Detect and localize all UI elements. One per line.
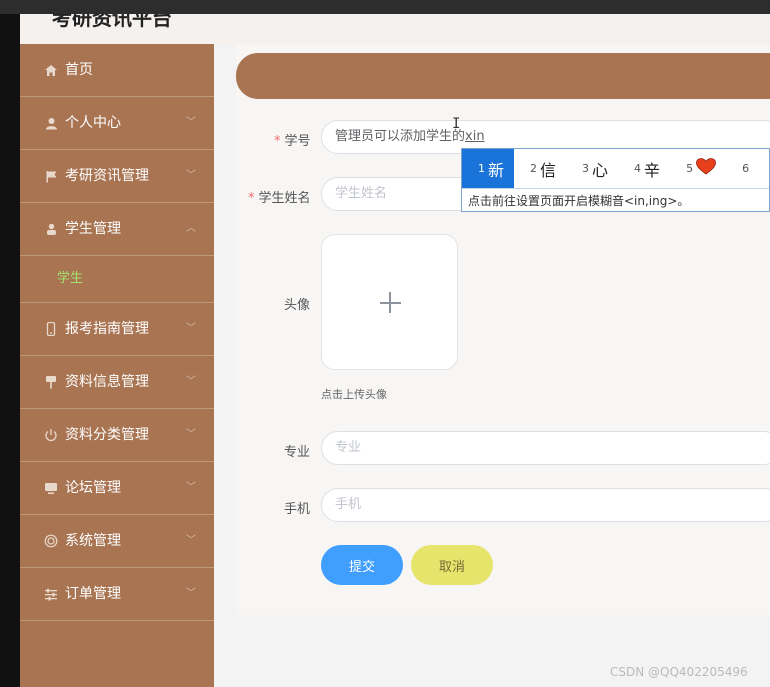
ime-candidate-number: 2 (530, 162, 538, 175)
ime-tip[interactable]: 点击前往设置页面开启模糊音<in,ing>。 (462, 188, 769, 212)
watermark: CSDN @QQ402205496 (610, 665, 748, 679)
page-banner (236, 53, 770, 99)
student-id-label-text: 学号 (284, 134, 311, 149)
chevron-down-icon: ﹀ (186, 117, 196, 128)
chevron-down-icon: ﹀ (186, 376, 196, 387)
sidebar-item-student-management[interactable]: 学生管理 ︿ (20, 203, 214, 256)
chevron-down-icon: ﹀ (186, 588, 196, 599)
student-name-label: * 学生姓名 (248, 187, 311, 206)
sidebar-item-label: 首页 (65, 62, 93, 78)
heart-icon (696, 158, 716, 179)
home-icon (44, 44, 58, 96)
sidebar-item-exam-guide-management[interactable]: 报考指南管理 ﹀ (20, 303, 214, 356)
ime-candidate-window: 1新 2信 3心 4辛 5 6 点击前往设置页面开启模糊音<in,ing>。 (461, 148, 770, 212)
phone-input[interactable]: 手机 (321, 488, 770, 522)
cancel-button[interactable]: 取消 (411, 545, 493, 585)
sidebar-item-label: 订单管理 (65, 586, 121, 602)
chevron-down-icon: ﹀ (186, 429, 196, 440)
ime-candidate[interactable]: 2信 (514, 149, 566, 188)
person-icon (44, 203, 58, 255)
required-mark: * (274, 134, 281, 149)
chevron-down-icon: ﹀ (186, 535, 196, 546)
student-id-label: * 学号 (274, 130, 311, 149)
flag-icon (44, 150, 58, 202)
chevron-down-icon: ﹀ (186, 170, 196, 181)
avatar-uploader[interactable] (321, 234, 458, 370)
sidebar-item-label: 学生管理 (65, 221, 121, 237)
sidebar-item-label: 报考指南管理 (65, 321, 149, 337)
required-mark: * (248, 191, 255, 206)
sliders-icon (44, 568, 58, 620)
ime-candidate-number: 3 (582, 162, 590, 175)
power-icon (44, 409, 58, 461)
user-icon (44, 97, 58, 149)
sidebar-item-label: 资料分类管理 (65, 427, 149, 443)
ime-candidate[interactable]: 6 (726, 149, 762, 188)
ime-candidate-list: 1新 2信 3心 4辛 5 6 (462, 149, 770, 188)
ime-candidate-number: 1 (478, 162, 485, 175)
ime-candidate-number: 6 (742, 162, 750, 175)
sidebar-item-home[interactable]: 首页 (20, 44, 214, 97)
chevron-up-icon: ︿ (186, 223, 196, 234)
ime-candidate-text: 信 (540, 160, 557, 180)
phone-label: 手机 (284, 502, 311, 517)
ime-candidate[interactable]: 4辛 (618, 149, 670, 188)
sidebar-item-label: 论坛管理 (65, 480, 121, 496)
student-id-value: 管理员可以添加学生的 (335, 129, 466, 144)
ime-candidate-text: 辛 (644, 160, 661, 180)
sidebar-item-label: 考研资讯管理 (65, 168, 149, 184)
chevron-down-icon: ﹀ (186, 323, 196, 334)
ime-candidate-text: 新 (488, 160, 505, 180)
major-input[interactable]: 专业 (321, 431, 770, 465)
sidebar-item-system-management[interactable]: 系统管理 ﹀ (20, 515, 214, 568)
ime-candidate[interactable]: 1新 (462, 149, 515, 188)
student-name-label-text: 学生姓名 (258, 191, 311, 206)
sidebar-item-label: 系统管理 (65, 533, 121, 549)
ime-candidate-text: 心 (592, 160, 609, 180)
ime-composition-text: xin (465, 129, 485, 144)
ime-candidate-number: 5 (686, 162, 694, 175)
sidebar-item-label: 个人中心 (65, 115, 121, 131)
pin-icon (44, 356, 58, 408)
sidebar: 首页 个人中心 ﹀ 考研资讯管理 ﹀ 学生管理 ︿ 学生 报考指南管理 ﹀ 资料… (20, 44, 214, 687)
ime-candidate[interactable]: 5 (670, 149, 726, 188)
sidebar-item-personal-center[interactable]: 个人中心 ﹀ (20, 97, 214, 150)
window-top-bar (0, 0, 770, 14)
sidebar-item-forum-management[interactable]: 论坛管理 ﹀ (20, 462, 214, 515)
avatar-label: 头像 (284, 298, 311, 313)
target-icon (44, 515, 58, 567)
monitor-icon (44, 462, 58, 514)
major-label: 专业 (284, 445, 311, 460)
sidebar-item-material-info-management[interactable]: 资料信息管理 ﹀ (20, 356, 214, 409)
submit-button[interactable]: 提交 (321, 545, 403, 585)
chevron-down-icon: ﹀ (186, 482, 196, 493)
sidebar-item-order-management[interactable]: 订单管理 ﹀ (20, 568, 214, 621)
sidebar-subitem-student[interactable]: 学生 (20, 256, 214, 303)
main-content: * 学号 管理员可以添加学生的xin * 学生姓名 学生姓名 头像 点击上传头像 专… (214, 44, 770, 687)
sidebar-item-label: 资料信息管理 (65, 374, 149, 390)
left-dark-strip (0, 14, 20, 687)
phone-icon (44, 303, 58, 355)
app-header: 考研资讯平台 (20, 14, 770, 44)
sidebar-item-material-category-management[interactable]: 资料分类管理 ﹀ (20, 409, 214, 462)
app-title: 考研资讯平台 (52, 14, 172, 30)
sidebar-item-news-management[interactable]: 考研资讯管理 ﹀ (20, 150, 214, 203)
text-cursor-icon: I (452, 116, 461, 132)
ime-candidate[interactable]: 3心 (566, 149, 618, 188)
avatar-upload-hint: 点击上传头像 (321, 388, 387, 401)
ime-candidate-number: 4 (634, 162, 642, 175)
